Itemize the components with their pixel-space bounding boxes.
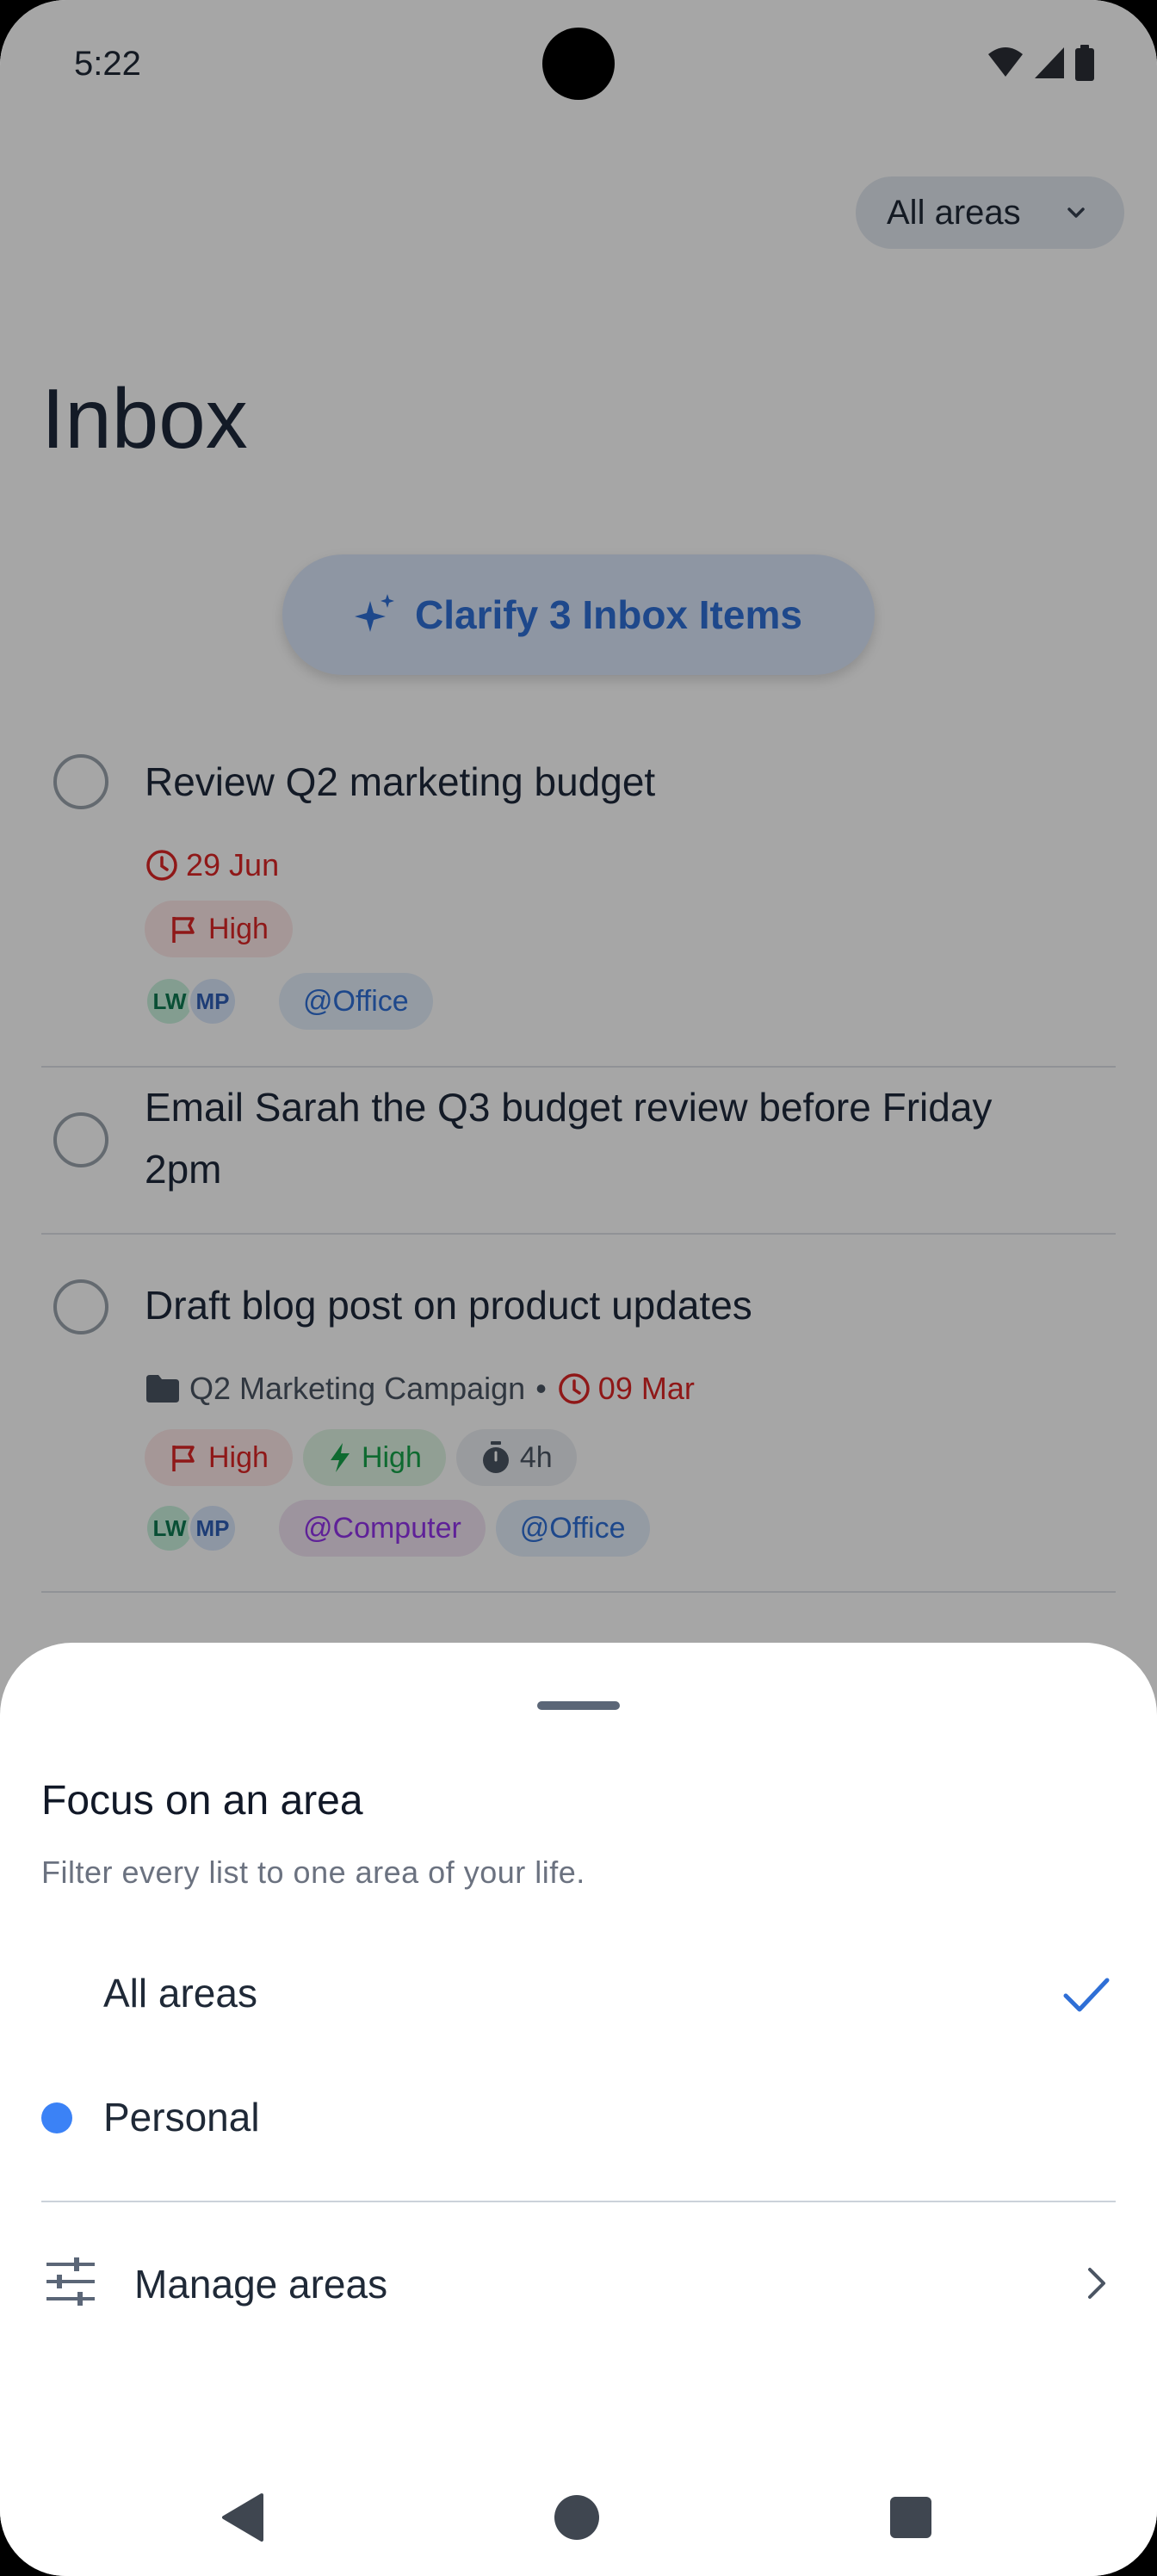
chevron-right-icon <box>1088 2268 1105 2299</box>
divider <box>41 2201 1116 2202</box>
phone-frame: 5:22 All areas Inbox Clarify 3 Inbox Ite… <box>0 0 1157 2576</box>
area-option-label: Personal <box>103 2095 260 2139</box>
area-color-dot <box>41 2102 72 2133</box>
system-nav-bar <box>0 2459 1157 2571</box>
sheet-subtitle: Filter every list to one area of your li… <box>41 1855 585 1890</box>
check-icon <box>1063 1978 1110 2012</box>
sheet-title: Focus on an area <box>41 1778 363 1824</box>
tune-icon <box>46 2257 95 2306</box>
manage-areas-label: Manage areas <box>134 2262 388 2307</box>
area-bottom-sheet: Focus on an area Filter every list to on… <box>0 1643 1157 2576</box>
area-option-all[interactable]: All areas <box>0 1941 1157 2047</box>
area-option-personal[interactable]: Personal <box>0 2065 1157 2171</box>
back-icon[interactable] <box>219 2492 267 2543</box>
home-icon[interactable] <box>554 2495 599 2540</box>
manage-areas-button[interactable]: Manage areas <box>0 2225 1157 2345</box>
area-option-label: All areas <box>103 1971 257 2016</box>
recents-icon[interactable] <box>890 2497 931 2538</box>
drag-handle[interactable] <box>537 1701 620 1710</box>
